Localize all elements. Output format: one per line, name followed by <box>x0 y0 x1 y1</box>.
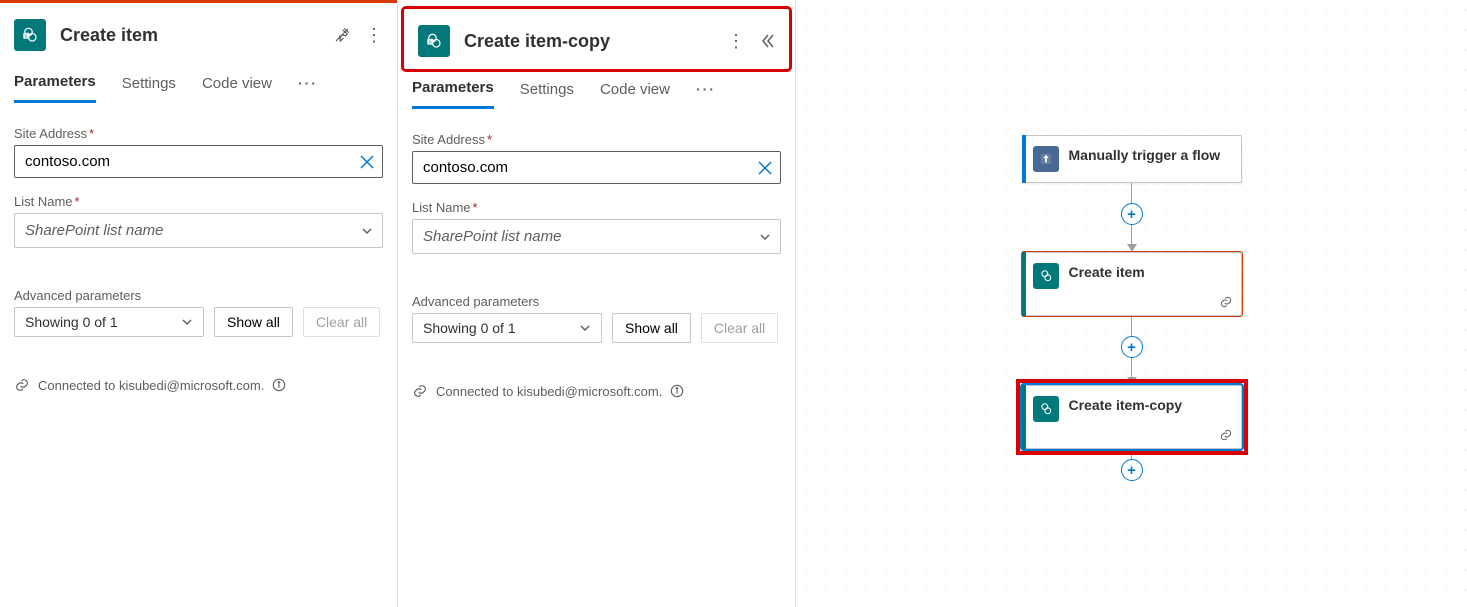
flow-node-trigger[interactable]: Manually trigger a flow <box>1022 135 1242 183</box>
advanced-summary-select[interactable]: Showing 0 of 1 <box>14 307 204 337</box>
panel-header-actions: ⋮ <box>333 26 383 44</box>
sharepoint-icon <box>1033 263 1059 289</box>
collapse-icon[interactable] <box>759 33 775 49</box>
chevron-down-icon <box>579 322 591 334</box>
node-title: Create item <box>1069 263 1145 281</box>
tab-overflow-icon[interactable]: ··· <box>298 75 318 101</box>
advanced-params-label: Advanced parameters <box>14 288 383 303</box>
flow-node-create-item-copy-wrap: Create item-copy <box>1022 385 1242 449</box>
add-step-button[interactable]: + <box>1121 336 1143 358</box>
advanced-summary-select[interactable]: Showing 0 of 1 <box>412 313 602 343</box>
clear-all-button: Clear all <box>303 307 380 337</box>
connector-end: + <box>1121 449 1143 481</box>
panel-accent <box>398 0 795 3</box>
more-icon[interactable]: ⋮ <box>365 26 383 44</box>
tab-parameters[interactable]: Parameters <box>412 79 494 109</box>
advanced-params-label: Advanced parameters <box>412 294 781 309</box>
list-name-select-wrap: SharePoint list name <box>14 213 383 248</box>
sharepoint-icon: S <box>418 25 450 57</box>
node-title: Manually trigger a flow <box>1069 146 1221 164</box>
flow-node-create-item[interactable]: Create item <box>1022 252 1242 316</box>
clear-all-button: Clear all <box>701 313 778 343</box>
site-address-input-wrap <box>14 145 383 178</box>
info-icon[interactable] <box>670 384 684 398</box>
tab-parameters[interactable]: Parameters <box>14 73 96 103</box>
flow-node-create-item-copy[interactable]: Create item-copy <box>1022 385 1242 449</box>
show-all-button[interactable]: Show all <box>214 307 293 337</box>
connection-status: Connected to kisubedi@microsoft.com. <box>398 383 795 413</box>
list-name-select[interactable]: SharePoint list name <box>412 219 781 254</box>
panel-body: Site Address* List Name* SharePoint list… <box>0 104 397 337</box>
panel-title: Create item-copy <box>464 31 713 52</box>
tab-codeview[interactable]: Code view <box>202 75 272 102</box>
advanced-params-row: Showing 0 of 1 Show all Clear all <box>14 307 383 337</box>
node-accent <box>1022 385 1026 449</box>
node-accent <box>1022 252 1026 316</box>
site-address-input[interactable] <box>412 151 781 184</box>
flow-canvas[interactable]: Manually trigger a flow + Create item + <box>796 0 1467 607</box>
list-name-select[interactable]: SharePoint list name <box>14 213 383 248</box>
node-title: Create item-copy <box>1069 396 1183 414</box>
info-icon[interactable] <box>272 378 286 392</box>
tab-settings[interactable]: Settings <box>520 81 574 108</box>
advanced-params-row: Showing 0 of 1 Show all Clear all <box>412 313 781 343</box>
site-address-label: Site Address* <box>14 126 383 141</box>
link-icon <box>1219 295 1233 309</box>
connection-status: Connected to kisubedi@microsoft.com. <box>0 377 397 407</box>
link-icon <box>412 383 428 399</box>
panel-header: S Create item ⋮ <box>0 3 397 63</box>
details-panel-1: S Create item ⋮ Parameters Settings Code… <box>0 0 398 607</box>
clear-icon[interactable] <box>359 154 375 170</box>
panel-body: Site Address* List Name* SharePoint list… <box>398 110 795 343</box>
node-accent <box>1022 135 1026 183</box>
unpin-icon[interactable] <box>333 26 351 44</box>
list-name-label: List Name* <box>412 200 781 215</box>
tabs: Parameters Settings Code view ··· <box>398 69 795 110</box>
tab-codeview[interactable]: Code view <box>600 81 670 108</box>
clear-icon[interactable] <box>757 160 773 176</box>
site-address-label: Site Address* <box>412 132 781 147</box>
link-icon <box>14 377 30 393</box>
tab-overflow-icon[interactable]: ··· <box>696 81 716 107</box>
chevron-down-icon <box>181 316 193 328</box>
panel-header: S Create item-copy ⋮ <box>404 9 789 69</box>
panel-header-actions: ⋮ <box>727 32 775 50</box>
tabs: Parameters Settings Code view ··· <box>0 63 397 104</box>
connector: + <box>1121 183 1143 252</box>
add-step-button[interactable]: + <box>1121 203 1143 225</box>
list-name-select-wrap: SharePoint list name <box>412 219 781 254</box>
sharepoint-icon: S <box>14 19 46 51</box>
details-panel-2: S Create item-copy ⋮ Parameters Settings… <box>398 0 796 607</box>
site-address-input-wrap <box>412 151 781 184</box>
connector: + <box>1121 316 1143 385</box>
panel-title: Create item <box>60 25 319 46</box>
show-all-button[interactable]: Show all <box>612 313 691 343</box>
more-icon[interactable]: ⋮ <box>727 32 745 50</box>
trigger-icon <box>1033 146 1059 172</box>
sharepoint-icon <box>1033 396 1059 422</box>
add-step-button[interactable]: + <box>1121 459 1143 481</box>
tab-settings[interactable]: Settings <box>122 75 176 102</box>
list-name-label: List Name* <box>14 194 383 209</box>
site-address-input[interactable] <box>14 145 383 178</box>
link-icon <box>1219 428 1233 442</box>
flow-column: Manually trigger a flow + Create item + <box>1022 135 1242 481</box>
